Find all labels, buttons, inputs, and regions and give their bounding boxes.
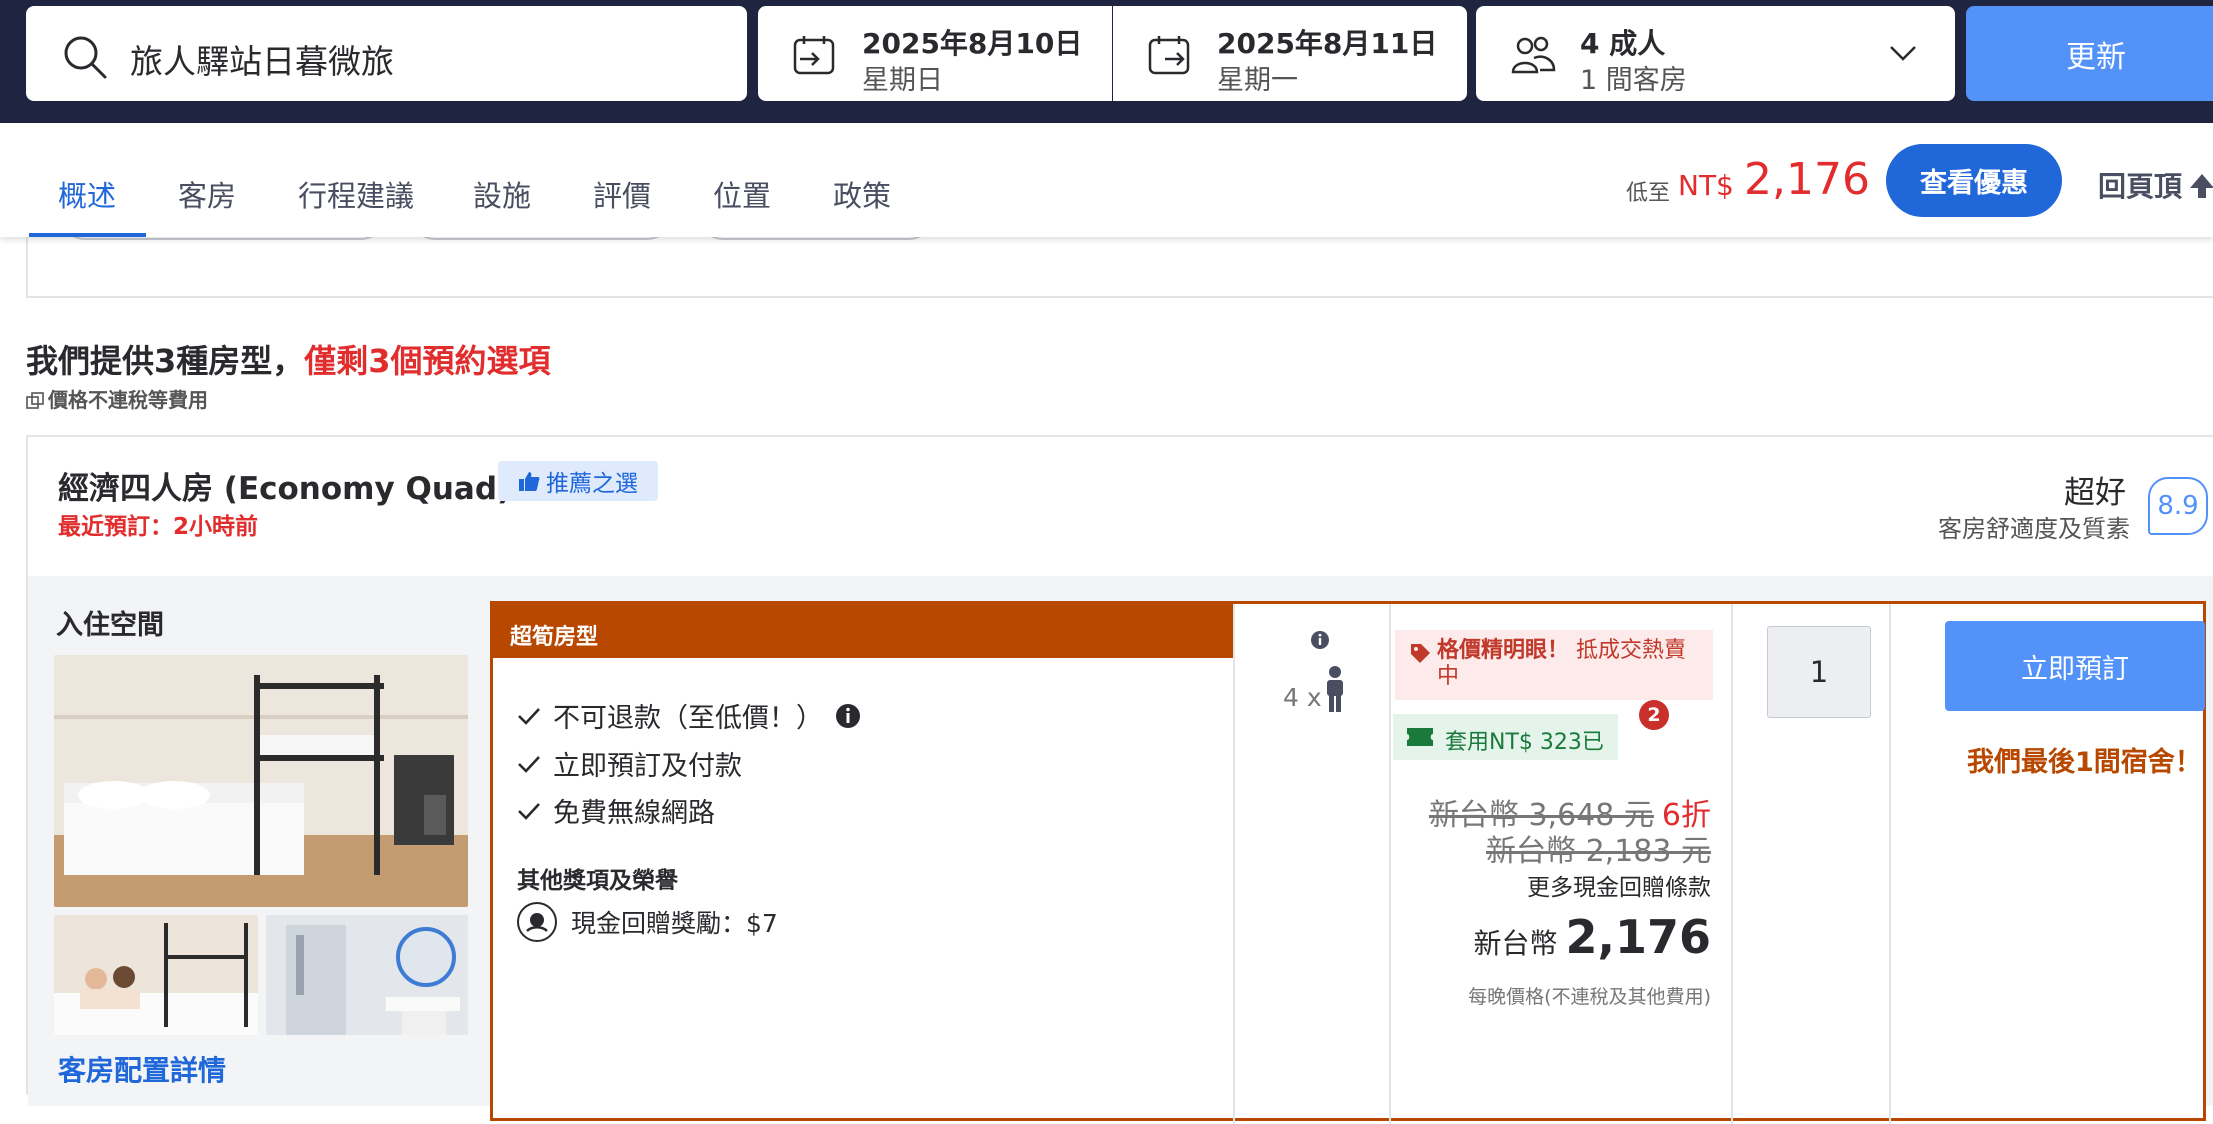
check-icon [518, 755, 540, 773]
person-icon [1326, 666, 1343, 712]
checkout-date: 2025年8月11日 [1217, 27, 1438, 60]
room-name: 經濟四人房 (Economy Quad) [58, 471, 512, 507]
rating-word: 超好 [2064, 475, 2126, 511]
rating-score: 8.9 [2148, 477, 2208, 535]
guests-rooms-selector[interactable]: 4 成人 1 間客房 [1476, 6, 1955, 101]
per-night-note: 每晚價格(不連稅及其他費用) [1468, 986, 1711, 1008]
tab-reviews[interactable]: 評價 [593, 173, 651, 215]
checkin-weekday: 星期日 [862, 65, 943, 96]
other-awards-title: 其他獎項及榮譽 [517, 868, 678, 894]
back-to-top-label: 回頁頂 [2098, 170, 2183, 203]
offer-feature-label: 不可退款（至低價！） [553, 703, 823, 734]
checkin-date-field[interactable]: 2025年8月10日 星期日 [758, 6, 1112, 101]
back-to-top-link[interactable]: 回頁頂 [2098, 165, 2213, 205]
cashback-coin-icon [517, 902, 557, 942]
coupon-text: 套用NT$ 323已 [1445, 730, 1604, 755]
guests-count: 4 成人 [1580, 27, 1666, 60]
book-now-button[interactable]: 立即預訂 [1945, 621, 2205, 711]
rooms-heading: 我們提供3種房型，僅剩3個預約選項 [26, 336, 551, 382]
tab-facilities[interactable]: 設施 [473, 173, 531, 215]
info-icon[interactable] [1310, 630, 1330, 650]
promo-title: 格價精明眼！ [1437, 638, 1570, 663]
rating-subtitle: 客房舒適度及質素 [1938, 515, 2130, 543]
check-icon [518, 802, 540, 820]
destination-search-field[interactable]: 旅人驛站日暮微旅 [26, 6, 747, 101]
coupon-count-badge: 2 [1639, 700, 1669, 730]
tag-icon [1411, 644, 1430, 663]
recent-booking-note: 最近預訂：2小時前 [58, 514, 259, 540]
tab-location[interactable]: 位置 [713, 173, 771, 215]
coupon-applied[interactable]: 套用NT$ 323已 [1393, 714, 1618, 760]
promo-banner: 格價精明眼！ 抵成交熱賣中 [1395, 630, 1713, 700]
column-divider [1389, 604, 1391, 1124]
cashback-reward: 現金回贈獎勵：$7 [517, 902, 778, 942]
crossed-price: 新台幣 2,183 元 [1486, 834, 1711, 869]
calendar-checkin-icon [793, 36, 835, 75]
recommended-label: 推薦之選 [546, 471, 638, 497]
room-photo-thumb-2[interactable] [266, 915, 468, 1035]
section-tabs: 概述 客房 行程建議 設施 評價 位置 政策 低至 NT$ 2,176 查看優惠… [0, 123, 2213, 237]
search-header: 旅人驛站日暮微旅 2025年8月10日 星期日 2025年8月11日 星期一 4… [0, 0, 2213, 123]
offer-feature: 免費無線網路 [517, 791, 715, 830]
search-icon [64, 36, 107, 79]
thumbs-up-icon [519, 472, 540, 491]
room-offer: 超筍房型 不可退款（至低價！） 立即預訂及付款 免費無線網路 其他獎項及榮譽 現… [490, 601, 2206, 1124]
checkin-date: 2025年8月10日 [862, 27, 1083, 60]
checkout-date-field[interactable]: 2025年8月11日 星期一 [1113, 6, 1467, 101]
view-deals-button[interactable]: 查看優惠 [1886, 144, 2062, 217]
rooms-count: 1 間客房 [1580, 65, 1687, 96]
price-from-label: 低至 [1626, 181, 1671, 206]
check-icon [518, 707, 540, 725]
offer-feature: 不可退款（至低價！） [517, 696, 861, 735]
bathroom-illustration [266, 915, 468, 1035]
destination-value: 旅人驛站日暮微旅 [130, 42, 394, 81]
final-currency: 新台幣 [1473, 927, 1558, 960]
rooms-heading-highlight: 僅剩3個預約選項 [304, 342, 551, 380]
active-tab-indicator [29, 233, 146, 237]
bunk-bed-illustration [54, 655, 468, 907]
chevron-down-icon [1890, 46, 1916, 61]
offer-feature: 立即預訂及付款 [517, 744, 742, 783]
ticket-icon [1407, 728, 1433, 746]
room-layout-details-link[interactable]: 客房配置詳情 [58, 1049, 226, 1089]
tab-policies[interactable]: 政策 [833, 173, 891, 215]
tab-rooms[interactable]: 客房 [178, 173, 236, 215]
checkout-weekday: 星期一 [1217, 65, 1298, 96]
info-icon[interactable] [835, 703, 861, 729]
tab-itinerary[interactable]: 行程建議 [298, 173, 414, 215]
occupancy-count: 4 x [1283, 683, 1322, 712]
calendar-checkout-icon [1148, 36, 1190, 75]
rooms-heading-text: 我們提供3種房型， [26, 342, 305, 380]
copy-icon [26, 392, 44, 409]
lowest-price: 2,176 [1744, 154, 1870, 205]
stay-space-label: 入住空間 [56, 610, 164, 641]
arrow-up-icon [2190, 174, 2213, 198]
room-card: 經濟四人房 (Economy Quad) 推薦之選 最近預訂：2小時前 超好 客… [26, 435, 2213, 1124]
offer-feature-label: 立即預訂及付款 [553, 751, 742, 782]
more-cashback-terms[interactable]: 更多現金回贈條款 [1527, 868, 1711, 902]
price-currency: NT$ [1678, 169, 1734, 202]
last-room-alert: 我們最後1間宿舍！ [1967, 747, 2202, 778]
tax-note: 價格不連稅等費用 [26, 384, 208, 413]
room-photo-main[interactable] [54, 655, 468, 907]
cashback-label: 現金回贈獎勵：$7 [571, 909, 778, 938]
column-divider [1889, 604, 1891, 1124]
final-price-value: 2,176 [1565, 910, 1711, 964]
offer-header: 超筍房型 [493, 604, 1233, 658]
room-photo-thumb-1[interactable] [54, 915, 258, 1035]
update-search-button[interactable]: 更新 [1966, 6, 2213, 101]
recommended-badge: 推薦之選 [498, 461, 658, 501]
tab-overview[interactable]: 概述 [58, 173, 116, 215]
tax-note-text: 價格不連稅等費用 [48, 388, 208, 412]
guests-in-bed-illustration [54, 915, 258, 1035]
room-quantity-select[interactable]: 1 [1767, 626, 1871, 718]
max-occupancy: 4 x [1283, 666, 1346, 712]
column-divider [1233, 604, 1235, 1124]
guests-icon [1511, 36, 1556, 74]
column-divider [1731, 604, 1733, 1124]
offer-feature-label: 免費無線網路 [553, 798, 715, 829]
final-price: 新台幣 2,176 [1473, 910, 1711, 964]
